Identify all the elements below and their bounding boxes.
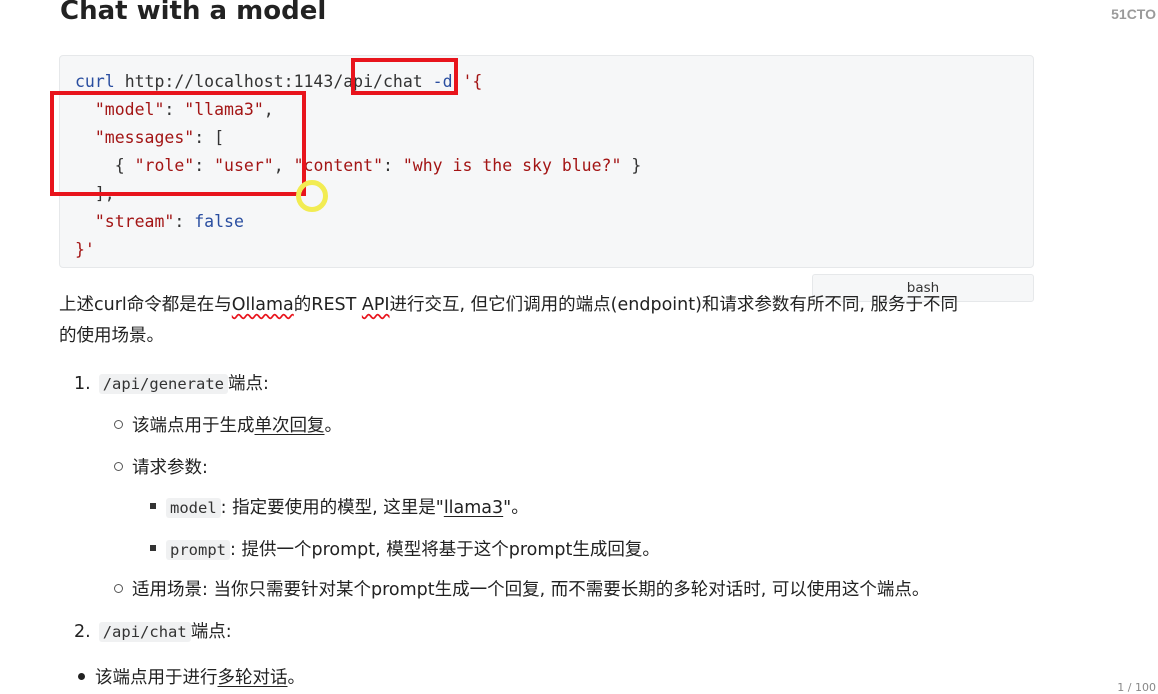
list-item-text: "。 [503,498,529,518]
list-item-text: 端点: [228,374,269,394]
code-value-content: "why is the sky blue?" [402,156,622,175]
code-quote-close: }' [75,240,95,259]
list-item-text: 请求参数: [132,458,208,478]
para-text: 上述curl命令都是在与 [59,295,232,315]
list-subitem: 该端点用于进行多轮对话。 [78,664,305,689]
code-key-stream: "stream" [94,212,175,231]
list-item-text: 端点: [190,622,232,642]
list-item-text: 。 [324,416,343,436]
list-item-text: : 指定要使用的模型, 这里是" [220,498,444,518]
code-value-stream: false [194,212,244,231]
list-item-text: 该端点用于进行 [95,668,218,688]
code-curl: curl [75,72,115,91]
para-text: 的REST [293,295,362,315]
list-item-text: 适用场景: 当你只需要针对某个prompt生成一个回复, 而不需要长期的多轮对话… [132,580,930,600]
code-brace-close: } [621,156,642,175]
square-bullet-icon [150,545,156,551]
inline-code: /api/generate [98,374,229,394]
circle-bullet-icon [114,583,123,593]
para-ollama: Ollama [231,295,294,315]
list-item-chat: 2. /api/chat 端点: [74,618,232,643]
list-number: 1. [74,374,91,394]
intro-paragraph: 上述curl命令都是在与Ollama的REST API进行交互, 但它们调用的端… [59,290,1044,352]
circle-bullet-icon [114,419,123,429]
list-subsubitem: model: 指定要使用的模型, 这里是"llama3"。 [150,494,529,519]
highlight-box-request-body [50,91,306,196]
code-quote-open: '{ [462,72,483,91]
code-key-content: "content" [293,156,383,175]
circle-bullet-icon [114,461,123,471]
page-title: Chat with a model [60,0,327,26]
list-number: 2. [74,622,91,642]
dot-bullet-icon [78,672,85,680]
para-text: 的使用场景。 [59,326,164,346]
inline-code: prompt [166,540,230,560]
square-bullet-icon [150,503,156,509]
list-item-text: : 提供一个prompt, 模型将基于这个prompt生成回复。 [230,540,660,560]
list-subsubitem: prompt: 提供一个prompt, 模型将基于这个prompt生成回复。 [150,536,660,561]
inline-code: model [166,498,221,518]
para-api: API [361,295,390,315]
watermark-logo: 51CTO [1111,6,1156,22]
underlined-text: 多轮对话 [217,668,288,688]
underlined-text: llama3 [443,498,504,518]
para-text: 进行交互, 但它们调用的端点(endpoint)和请求参数有所不同, 服务于不同 [389,295,959,315]
list-item-text: 。 [287,668,306,688]
mouse-cursor-indicator [296,180,328,212]
code-sep: : [174,212,195,231]
list-subitem: 适用场景: 当你只需要针对某个prompt生成一个回复, 而不需要长期的多轮对话… [114,576,929,601]
underlined-text: 单次回复 [254,416,325,436]
code-url-host: http://localhost:1143 [124,72,334,91]
list-item-generate: 1. /api/generate 端点: [74,370,269,395]
highlight-box-api-path [351,58,458,95]
list-item-text: 该端点用于生成 [132,416,255,436]
inline-code: /api/chat [98,622,191,642]
list-subitem: 请求参数: [114,454,208,479]
code-sep: : [383,156,403,175]
list-subitem: 该端点用于生成单次回复。 [114,412,342,437]
